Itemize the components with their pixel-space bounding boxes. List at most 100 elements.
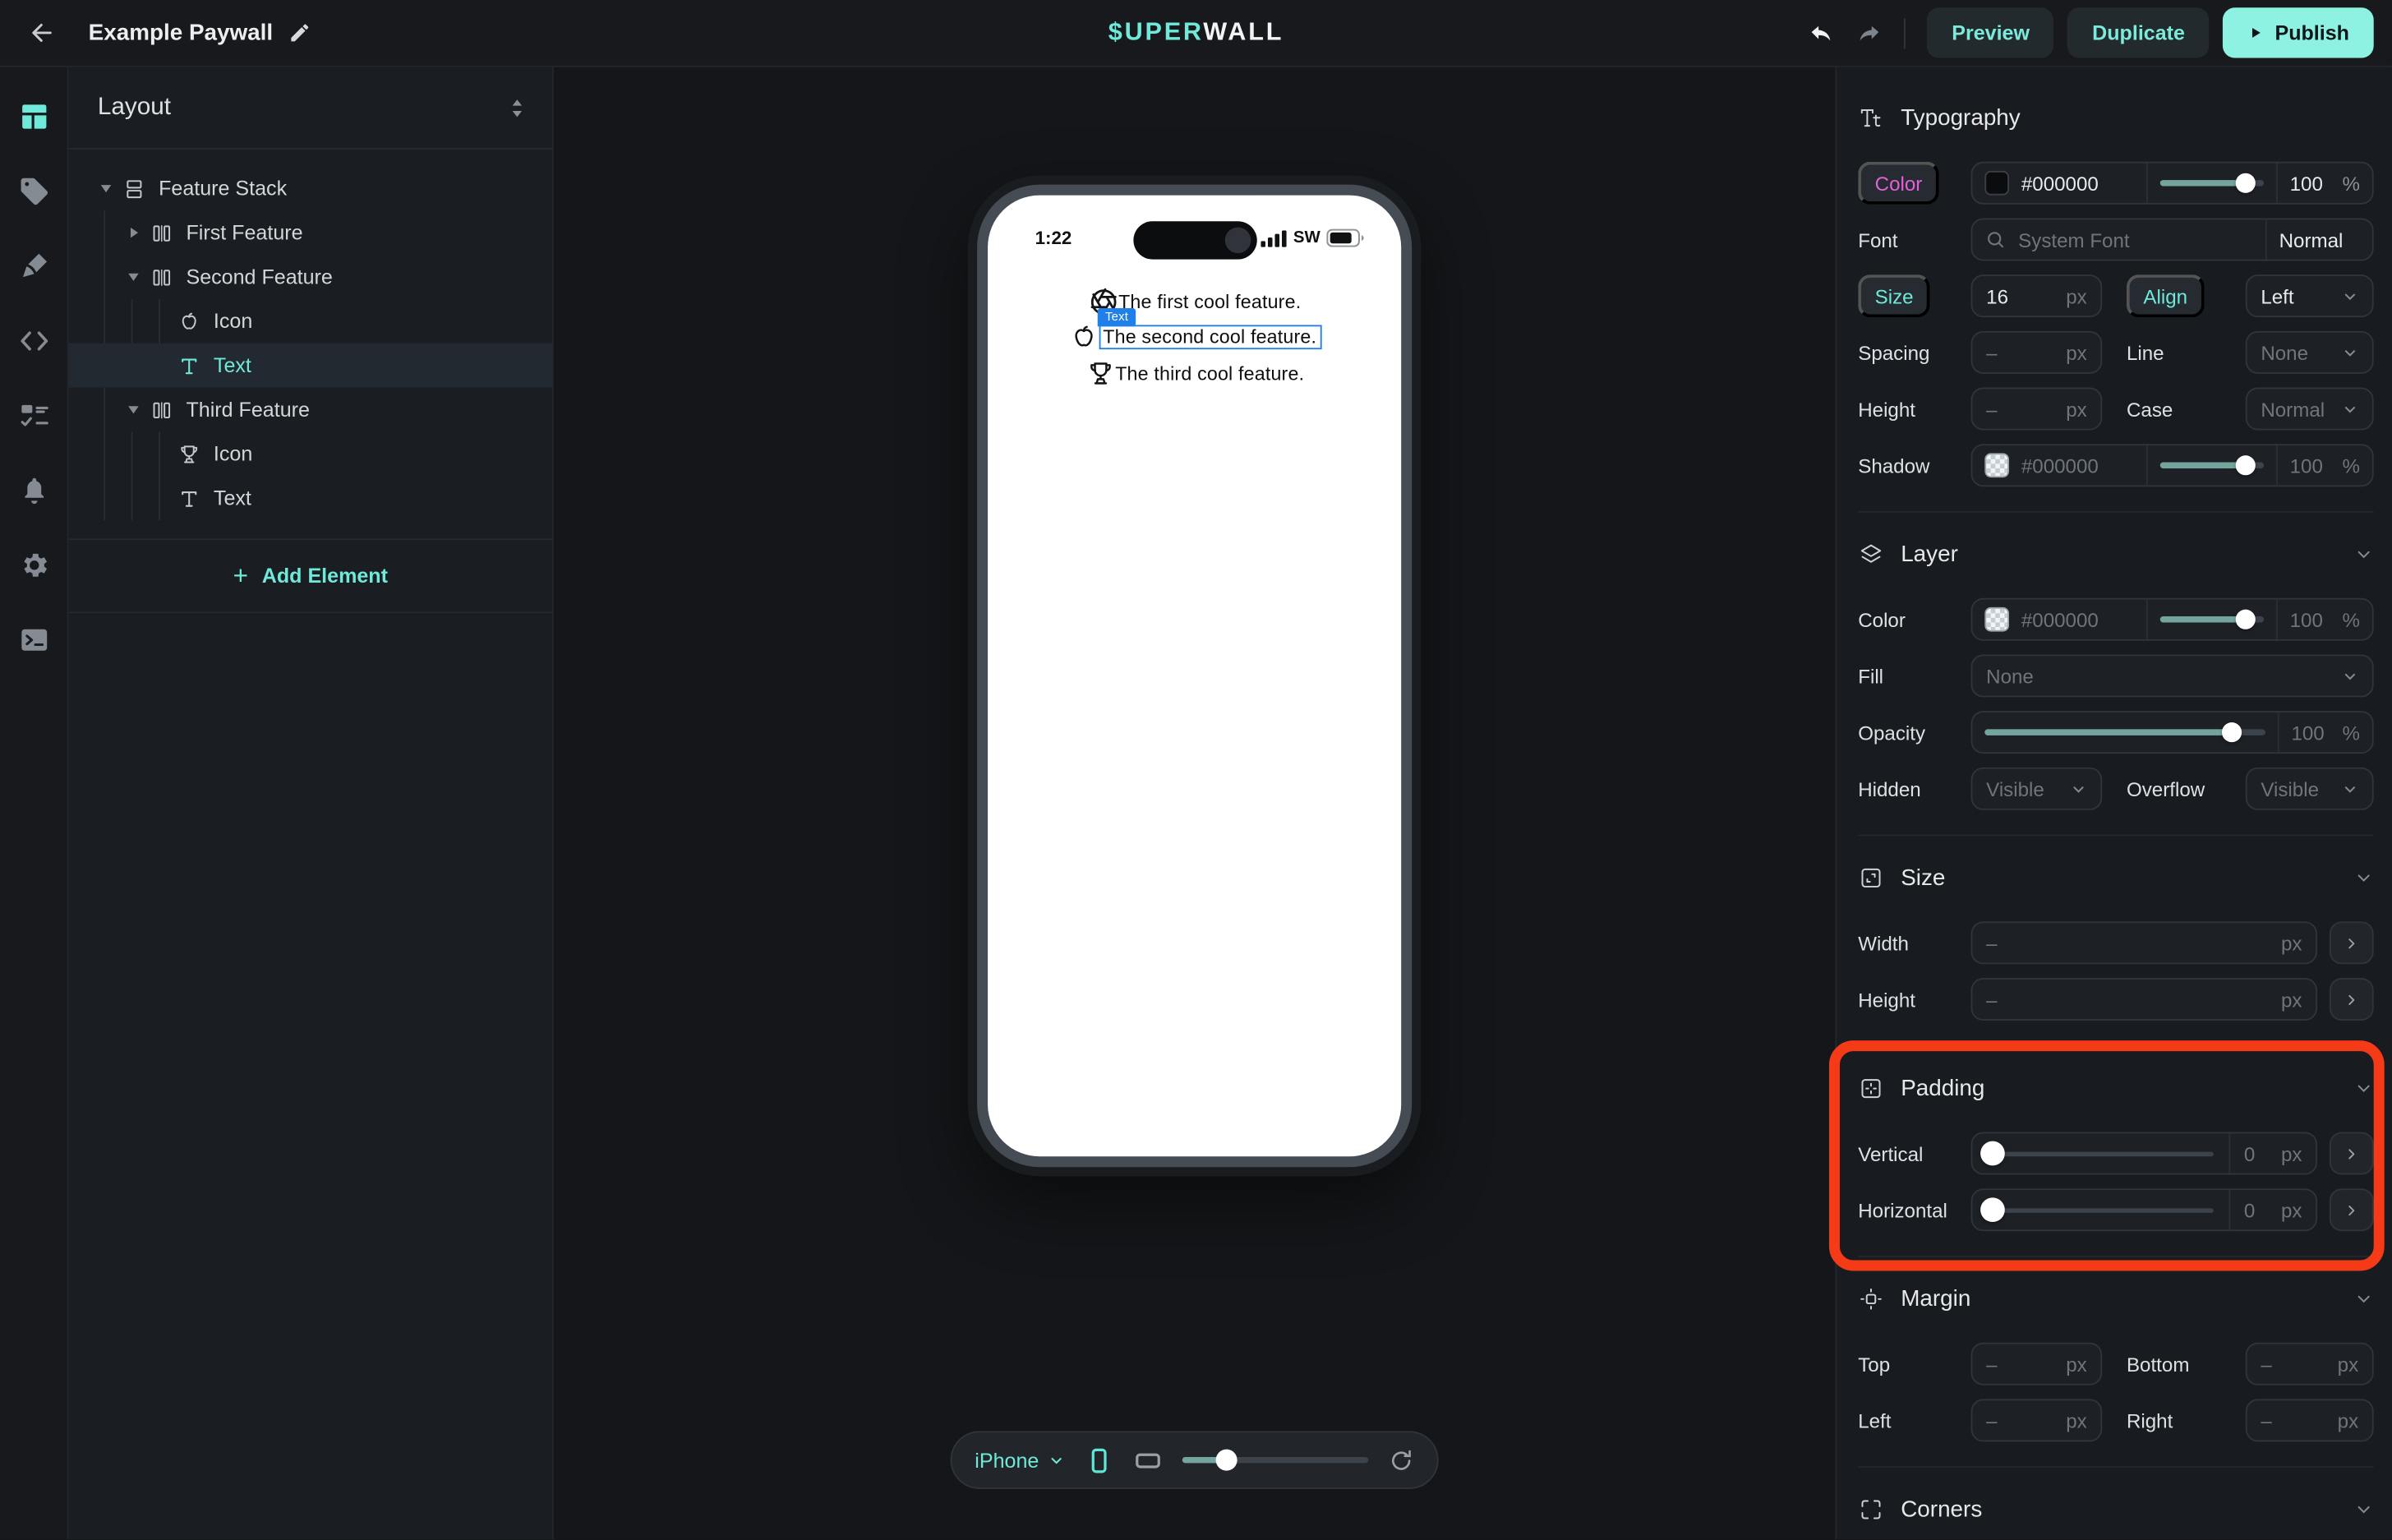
line-select[interactable]: None [2246, 331, 2374, 374]
layer-color-control[interactable]: #000000 100% [1971, 598, 2374, 641]
refresh-button[interactable] [1388, 1447, 1414, 1473]
sidebar-item-theme[interactable] [0, 228, 68, 303]
shadow-opacity-slider[interactable] [2160, 454, 2264, 476]
tree-item-icon[interactable]: Icon [69, 431, 553, 476]
duplicate-button[interactable]: Duplicate [2067, 7, 2209, 58]
chevron-down-icon [2342, 344, 2358, 361]
fill-select[interactable]: None [1971, 654, 2374, 697]
sidebar-item-console[interactable] [0, 602, 68, 677]
sidebar-item-notifications[interactable] [0, 453, 68, 528]
bell-icon [17, 474, 49, 506]
sort-icon[interactable] [506, 97, 528, 118]
hidden-select[interactable]: Visible [1971, 768, 2103, 810]
collapse-chevron-icon[interactable] [2354, 1499, 2374, 1519]
caret-down-icon[interactable] [122, 399, 144, 420]
collapse-chevron-icon[interactable] [2354, 867, 2374, 887]
slider-knob[interactable] [1980, 1141, 2005, 1166]
width-expand-button[interactable] [2330, 921, 2374, 964]
padding-vertical-slider[interactable] [1972, 1133, 2228, 1173]
margin-left-input[interactable]: –px [1971, 1399, 2103, 1441]
line-height-input[interactable]: –px [1971, 388, 2103, 431]
color-hex-value[interactable]: #000000 [2021, 172, 2099, 195]
columns-icon [150, 265, 174, 289]
preview-button[interactable]: Preview [1928, 7, 2054, 58]
margin-left-label: Left [1858, 1409, 1970, 1432]
portrait-toggle[interactable] [1085, 1445, 1113, 1474]
sidebar-item-layout[interactable] [0, 80, 68, 154]
shadow-color-swatch[interactable] [1984, 453, 2009, 477]
landscape-toggle[interactable] [1133, 1445, 1162, 1474]
font-control[interactable]: Normal [1971, 218, 2374, 261]
feature-text[interactable]: The first cool feature. [1118, 291, 1301, 312]
padding-horizontal-slider[interactable] [1972, 1190, 2228, 1229]
color-swatch[interactable] [1984, 171, 2009, 196]
sidebar-item-tags[interactable] [0, 154, 68, 229]
caret-down-icon[interactable] [122, 266, 144, 288]
device-selector[interactable]: iPhone [975, 1449, 1065, 1472]
font-search-input[interactable] [2018, 228, 2253, 251]
layer-color-swatch[interactable] [1984, 607, 2009, 632]
phone-screen[interactable]: 1:22 SW The first cool feature.T [988, 196, 1401, 1157]
margin-bottom-input[interactable]: –px [2246, 1343, 2374, 1386]
margin-top-input[interactable]: –px [1971, 1343, 2103, 1386]
back-button[interactable] [21, 13, 61, 53]
phone-landscape-icon [1133, 1445, 1162, 1474]
padding-vertical-expand-button[interactable] [2330, 1132, 2374, 1175]
opacity-value[interactable]: 100 [2290, 172, 2323, 195]
width-input[interactable]: –px [1971, 921, 2317, 964]
tree-item-third-feature[interactable]: Third Feature [69, 388, 553, 432]
tree-item-second-feature[interactable]: Second Feature [69, 255, 553, 299]
padding-horizontal-control[interactable]: 0px [1971, 1188, 2317, 1231]
camera-dot [1224, 228, 1251, 254]
layer-color-opacity-slider[interactable] [2160, 609, 2264, 630]
opacity-slider[interactable] [1984, 722, 2265, 743]
trophy-icon[interactable] [1085, 358, 1115, 389]
selection-type-badge: Text [1098, 308, 1136, 326]
tree-item-text[interactable]: Text [69, 476, 553, 520]
edit-title-icon[interactable] [288, 21, 311, 44]
align-select[interactable]: Left [2246, 274, 2374, 317]
sidebar-item-experiments[interactable] [0, 378, 68, 453]
collapse-chevron-icon[interactable] [2354, 1078, 2374, 1098]
letter-spacing-input[interactable]: –px [1971, 331, 2103, 374]
padding-horizontal-expand-button[interactable] [2330, 1188, 2374, 1231]
padding-vertical-control[interactable]: 0px [1971, 1132, 2317, 1175]
tree-item-first-feature[interactable]: First Feature [69, 210, 553, 255]
sidebar-item-settings[interactable] [0, 528, 68, 602]
tree-item-icon[interactable]: Icon [69, 299, 553, 344]
shadow-control[interactable]: #000000 100% [1971, 444, 2374, 486]
align-chip[interactable]: Align [2127, 274, 2205, 317]
selected-text-element[interactable]: TextThe second cool feature. [1099, 325, 1321, 350]
publish-button[interactable]: Publish [2223, 7, 2373, 58]
collapse-chevron-icon[interactable] [2354, 1289, 2374, 1308]
feature-text[interactable]: The third cool feature. [1115, 362, 1304, 384]
undo-button[interactable] [1809, 17, 1839, 48]
margin-right-input[interactable]: –px [2246, 1399, 2374, 1441]
height-input[interactable]: –px [1971, 978, 2317, 1021]
tree-item-text[interactable]: Text [69, 344, 553, 388]
redo-button[interactable] [1853, 17, 1883, 48]
caret-down-icon[interactable] [94, 178, 116, 199]
caret-right-icon[interactable] [122, 222, 144, 243]
feature-row[interactable]: TextThe second cool feature. [1068, 320, 1321, 356]
add-element-button[interactable]: + Add Element [69, 538, 553, 613]
zoom-slider[interactable] [1182, 1450, 1368, 1471]
font-size-input[interactable]: 16px [1971, 274, 2103, 317]
typography-color-opacity-slider[interactable] [2160, 173, 2264, 194]
phone-portrait-icon [1085, 1445, 1113, 1474]
slider-knob[interactable] [1980, 1197, 2005, 1222]
collapse-chevron-icon[interactable] [2354, 544, 2374, 564]
tree-item-feature-stack[interactable]: Feature Stack [69, 166, 553, 210]
typography-color-control[interactable]: #000000 100% [1971, 162, 2374, 205]
sidebar-item-code[interactable] [0, 303, 68, 378]
overflow-select[interactable]: Visible [2246, 768, 2374, 810]
typography-color-chip[interactable]: Color [1858, 162, 1939, 205]
opacity-control[interactable]: 100% [1971, 711, 2374, 754]
font-weight-select[interactable]: Normal [2265, 219, 2372, 259]
zoom-slider-knob[interactable] [1216, 1450, 1237, 1471]
case-select[interactable]: Normal [2246, 388, 2374, 431]
apple-icon[interactable] [1068, 322, 1099, 353]
feature-row[interactable]: The third cool feature. [1085, 356, 1304, 392]
height-expand-button[interactable] [2330, 978, 2374, 1021]
font-size-chip[interactable]: Size [1858, 274, 1930, 317]
